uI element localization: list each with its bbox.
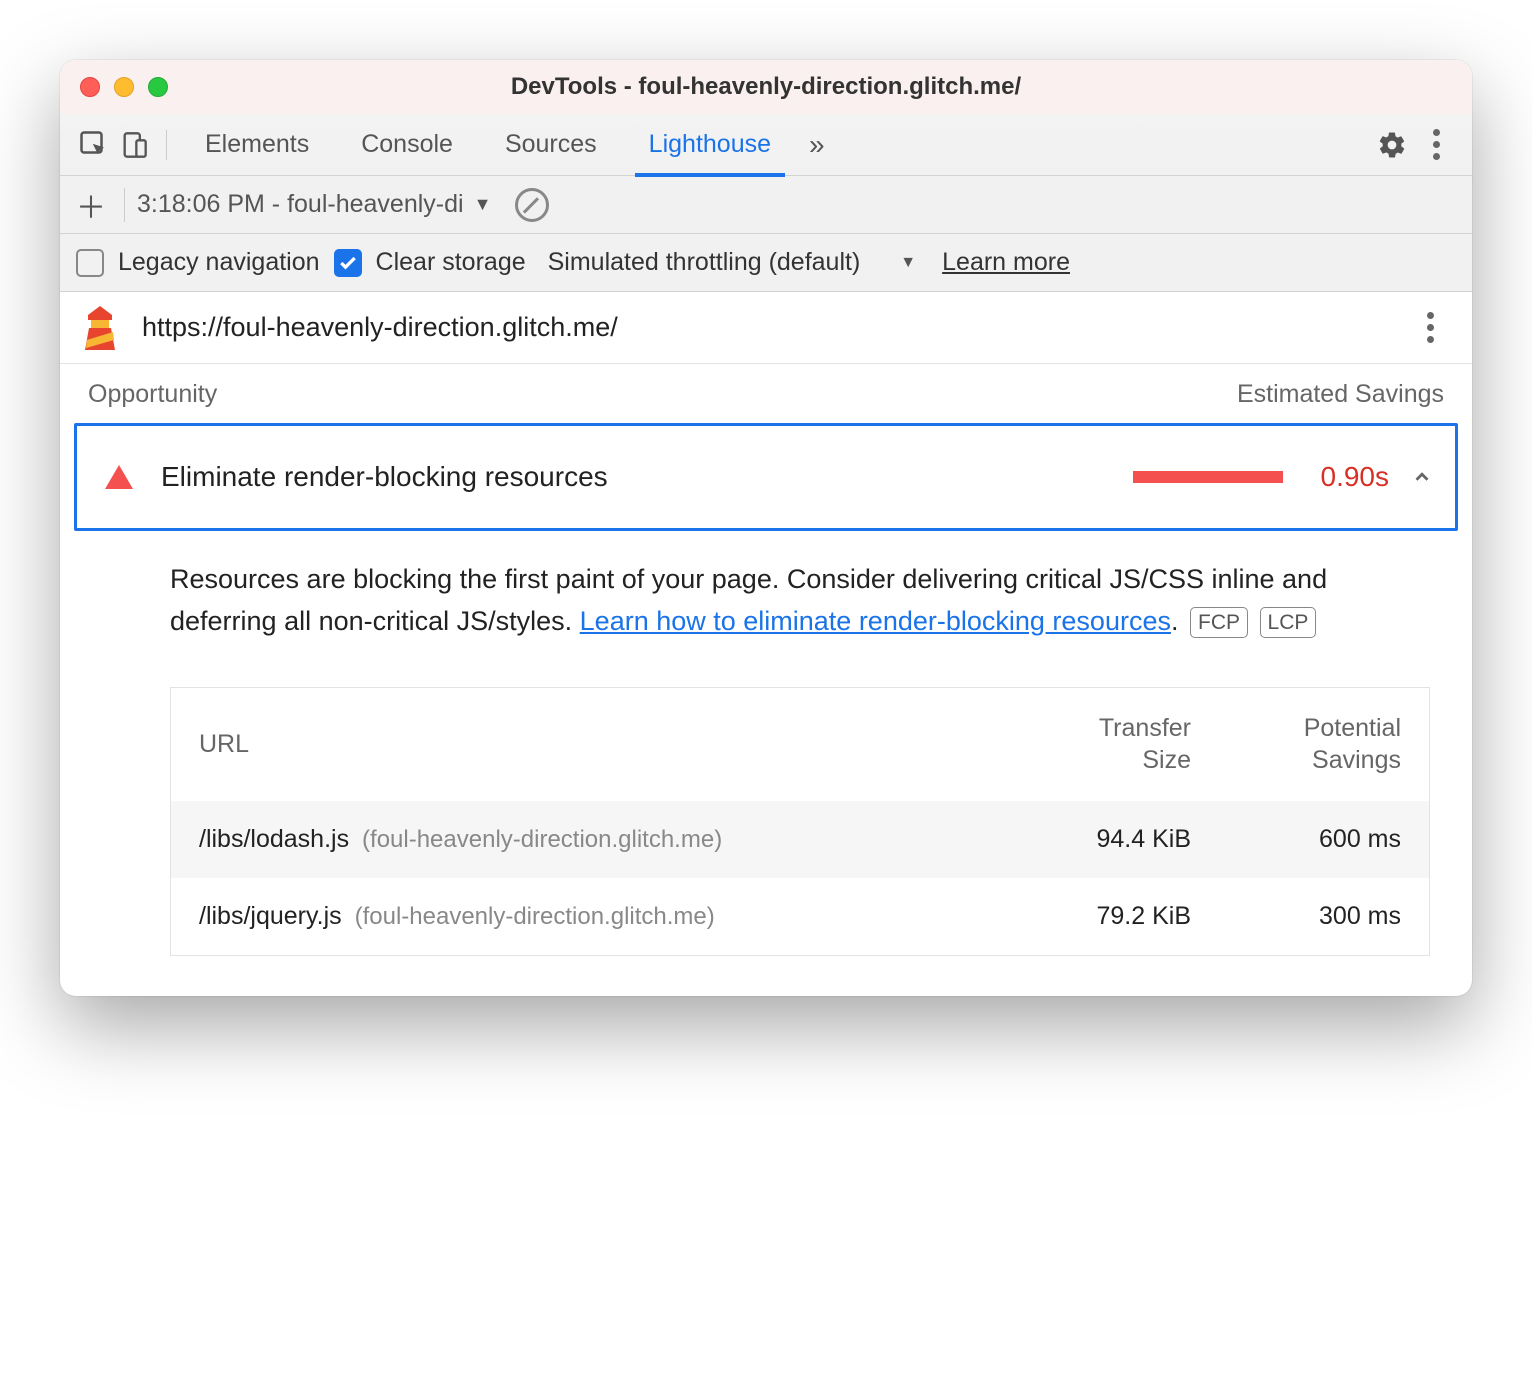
resource-size: 79.2 KiB	[1011, 902, 1191, 931]
tab-sources[interactable]: Sources	[479, 114, 623, 176]
col-header-size: TransferSize	[1011, 712, 1191, 777]
report-selector-label: 3:18:06 PM - foul-heavenly-di	[137, 190, 464, 219]
more-menu-icon[interactable]	[1414, 123, 1458, 167]
page-url: https://foul-heavenly-direction.glitch.m…	[142, 312, 1408, 343]
clear-storage-checkbox[interactable]	[334, 249, 362, 277]
savings-bar	[1133, 471, 1283, 483]
throttling-label: Simulated throttling (default)	[548, 248, 861, 277]
devtools-window: DevTools - foul-heavenly-direction.glitc…	[60, 60, 1472, 996]
lighthouse-icon	[80, 306, 120, 350]
divider	[166, 130, 167, 160]
tabs-row: Elements Console Sources Lighthouse »	[60, 114, 1472, 176]
options-toolbar: Legacy navigation Clear storage Simulate…	[60, 234, 1472, 292]
report-menu-icon[interactable]	[1408, 306, 1452, 350]
fail-triangle-icon	[105, 465, 133, 489]
legacy-navigation-checkbox[interactable]	[76, 249, 104, 277]
tab-lighthouse[interactable]: Lighthouse	[623, 114, 797, 176]
new-report-button[interactable]: ＋	[76, 183, 106, 227]
section-left-label: Opportunity	[88, 380, 217, 409]
learn-more-link[interactable]: Learn more	[942, 248, 1070, 277]
col-header-savings: PotentialSavings	[1191, 712, 1401, 777]
resource-savings: 300 ms	[1191, 902, 1401, 931]
resource-path[interactable]: /libs/lodash.js	[199, 825, 349, 853]
resource-path[interactable]: /libs/jquery.js	[199, 902, 342, 930]
clear-storage-label: Clear storage	[376, 248, 526, 277]
resources-table: URL TransferSize PotentialSavings /libs/…	[170, 687, 1430, 956]
settings-icon[interactable]	[1370, 123, 1414, 167]
table-row: /libs/jquery.js (foul-heavenly-direction…	[171, 878, 1429, 955]
report-toolbar: ＋ 3:18:06 PM - foul-heavenly-di ▼	[60, 176, 1472, 234]
table-header-row: URL TransferSize PotentialSavings	[171, 688, 1429, 801]
inspect-element-icon[interactable]	[74, 125, 114, 165]
opportunity-description: Resources are blocking the first paint o…	[60, 531, 1472, 653]
opportunity-row[interactable]: Eliminate render-blocking resources 0.90…	[74, 423, 1458, 531]
chevron-down-icon: ▼	[474, 194, 492, 215]
section-right-label: Estimated Savings	[1237, 380, 1444, 409]
report-selector[interactable]: 3:18:06 PM - foul-heavenly-di ▼	[137, 190, 491, 219]
metric-badge-lcp: LCP	[1260, 607, 1317, 638]
resource-host: (foul-heavenly-direction.glitch.me)	[355, 903, 715, 930]
device-toolbar-icon[interactable]	[114, 125, 154, 165]
chevron-down-icon[interactable]: ▼	[900, 254, 916, 272]
opportunity-title: Eliminate render-blocking resources	[161, 461, 1133, 493]
resource-size: 94.4 KiB	[1011, 825, 1191, 854]
table-row: /libs/lodash.js (foul-heavenly-direction…	[171, 801, 1429, 878]
legacy-navigation-label: Legacy navigation	[118, 248, 320, 277]
section-header: Opportunity Estimated Savings	[60, 364, 1472, 423]
clear-icon[interactable]	[515, 188, 549, 222]
resource-host: (foul-heavenly-direction.glitch.me)	[362, 826, 722, 853]
title-bar: DevTools - foul-heavenly-direction.glitc…	[60, 60, 1472, 114]
col-header-url: URL	[199, 730, 1011, 759]
resource-savings: 600 ms	[1191, 825, 1401, 854]
url-row: https://foul-heavenly-direction.glitch.m…	[60, 292, 1472, 364]
window-title: DevTools - foul-heavenly-direction.glitc…	[60, 73, 1472, 101]
tab-console[interactable]: Console	[335, 114, 479, 176]
more-tabs-icon[interactable]: »	[797, 129, 837, 161]
metric-badge-fcp: FCP	[1190, 607, 1248, 638]
desc-text-end: .	[1171, 606, 1179, 636]
chevron-up-icon	[1411, 466, 1433, 488]
divider	[124, 188, 125, 222]
desc-link[interactable]: Learn how to eliminate render-blocking r…	[580, 606, 1171, 636]
tab-elements[interactable]: Elements	[179, 114, 335, 176]
savings-value: 0.90s	[1321, 461, 1390, 493]
